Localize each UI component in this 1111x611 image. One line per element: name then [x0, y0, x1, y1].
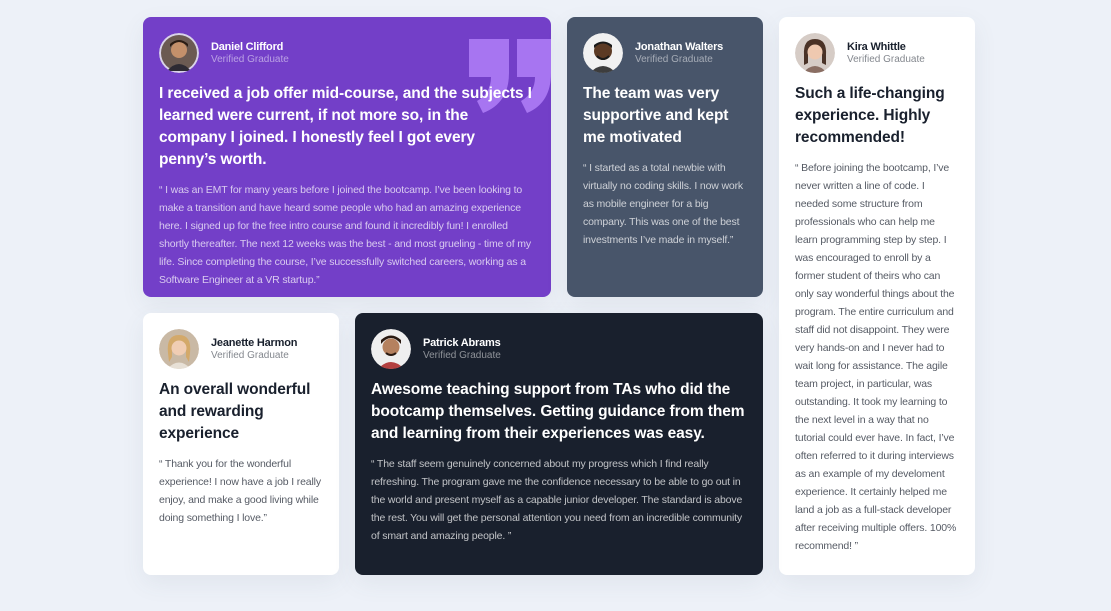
testimonial-headline: The team was very supportive and kept me…: [583, 85, 729, 146]
avatar: [583, 33, 623, 73]
person-name: Jonathan Walters: [635, 40, 724, 53]
testimonial-card-kira: Kira Whittle Verified Graduate Such a li…: [779, 17, 975, 575]
person-role: Verified Graduate: [635, 53, 713, 65]
testimonial-header: Patrick Abrams Verified Graduate: [371, 329, 747, 369]
avatar: [159, 329, 199, 369]
testimonial-card-daniel: Daniel Clifford Verified Graduate I rece…: [143, 17, 551, 297]
testimonial-quote: “ Before joining the bootcamp, I’ve neve…: [795, 162, 957, 552]
person-name: Patrick Abrams: [423, 336, 501, 349]
testimonial-quote: “ I started as a total newbie with virtu…: [583, 162, 744, 246]
testimonial-header: Daniel Clifford Verified Graduate: [159, 33, 535, 73]
person-name: Jeanette Harmon: [211, 336, 298, 349]
testimonial-headline: Awesome teaching support from TAs who di…: [371, 381, 745, 442]
avatar: [795, 33, 835, 73]
testimonial-quote: “ Thank you for the wonderful experience…: [159, 458, 321, 524]
testimonial-headline: I received a job offer mid-course, and t…: [159, 85, 532, 168]
testimonial-header: Jeanette Harmon Verified Graduate: [159, 329, 323, 369]
testimonial-quote: “ The staff seem genuinely concerned abo…: [371, 458, 743, 542]
testimonial-header: Kira Whittle Verified Graduate: [795, 33, 959, 73]
person-role: Verified Graduate: [211, 53, 289, 65]
person-name: Daniel Clifford: [211, 40, 284, 53]
person-role: Verified Graduate: [847, 53, 925, 65]
testimonial-quote: “ I was an EMT for many years before I j…: [159, 184, 531, 286]
testimonial-header: Jonathan Walters Verified Graduate: [583, 33, 747, 73]
testimonial-card-jeanette: Jeanette Harmon Verified Graduate An ove…: [143, 313, 339, 575]
avatar: [371, 329, 411, 369]
testimonial-card-patrick: Patrick Abrams Verified Graduate Awesome…: [355, 313, 763, 575]
avatar: [159, 33, 199, 73]
person-role: Verified Graduate: [423, 349, 501, 361]
testimonial-headline: An overall wonderful and rewarding exper…: [159, 381, 311, 442]
testimonial-card-jonathan: Jonathan Walters Verified Graduate The t…: [567, 17, 763, 297]
person-role: Verified Graduate: [211, 349, 289, 361]
testimonial-headline: Such a life-changing experience. Highly …: [795, 85, 945, 146]
person-name: Kira Whittle: [847, 40, 906, 53]
